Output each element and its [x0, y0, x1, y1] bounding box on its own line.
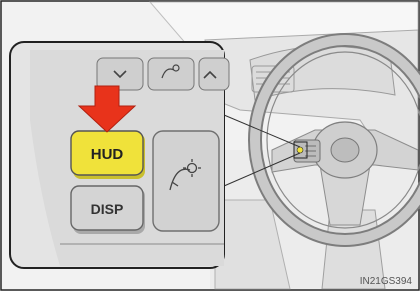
manual-illustration: HUD DISP IN21GS394 — [0, 0, 420, 291]
top-button-row — [96, 57, 230, 91]
zoom-inset: HUD DISP — [9, 41, 230, 269]
hud-button-label: HUD — [91, 146, 124, 163]
chevron-up-button[interactable] — [198, 57, 230, 91]
camera-settings-button[interactable] — [147, 57, 195, 91]
disp-button[interactable]: DISP — [70, 185, 145, 234]
chevron-down-button[interactable] — [96, 57, 144, 91]
illustration-canvas: HUD DISP IN21GS394 — [0, 0, 420, 291]
reference-code: IN21GS394 — [360, 276, 413, 287]
hud-button[interactable]: HUD — [70, 130, 145, 179]
side-camera-settings-button[interactable] — [152, 130, 220, 232]
disp-button-label: DISP — [91, 201, 124, 217]
